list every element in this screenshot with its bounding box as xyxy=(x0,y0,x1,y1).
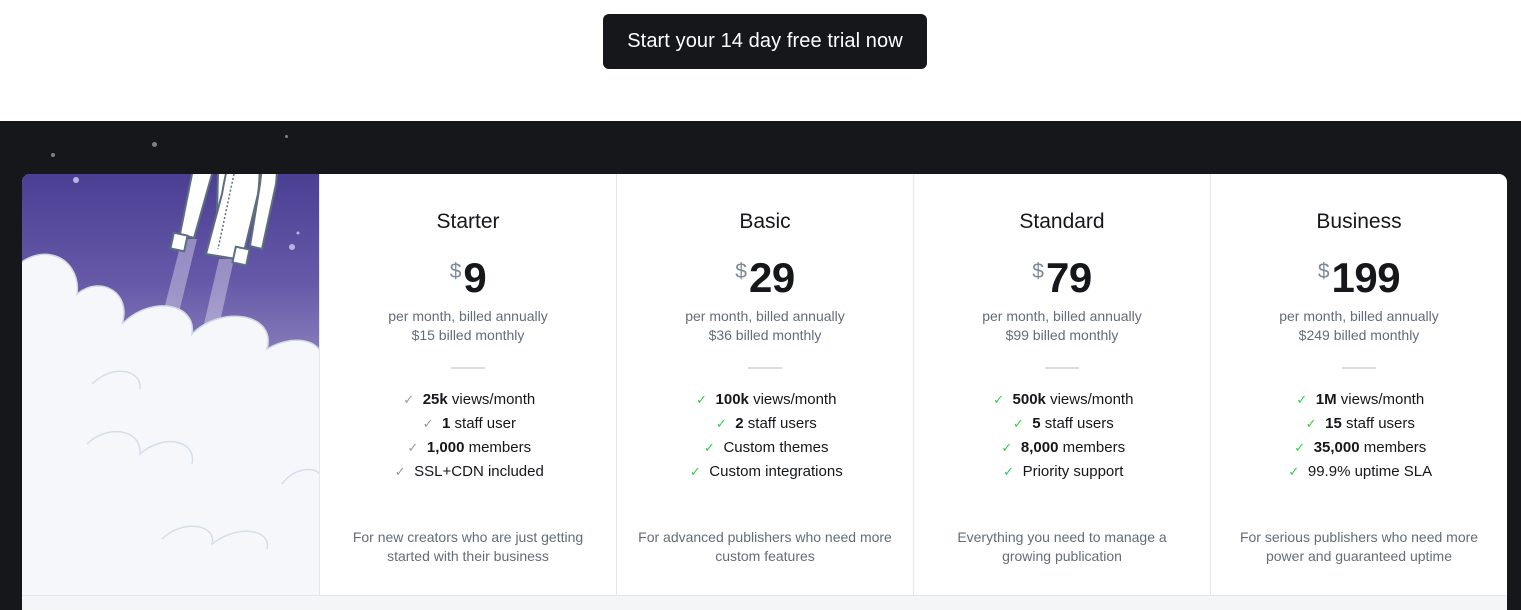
plan-description: For serious publishers who need more pow… xyxy=(1239,529,1479,564)
feature-item: ✓ 5 staff users xyxy=(914,412,1210,436)
billing-info: per month, billed annually $249 billed m… xyxy=(1211,307,1507,345)
billing-monthly: $249 billed monthly xyxy=(1298,327,1420,343)
plan-price: $ 29 xyxy=(617,254,913,302)
star-decoration xyxy=(152,142,157,147)
check-icon: ✓ xyxy=(1305,416,1317,431)
plan-starter: Starter $ 9 per month, billed annually $… xyxy=(319,174,616,595)
card-footer-band xyxy=(22,595,1507,610)
feature-item: ✓ 15 staff users xyxy=(1211,412,1507,436)
check-icon: ✓ xyxy=(696,392,707,407)
billing-monthly: $36 billed monthly xyxy=(708,327,822,343)
feature-item: ✓ SSL+CDN included xyxy=(320,460,616,484)
billing-annual: per month, billed annually xyxy=(1279,308,1439,324)
billing-monthly: $15 billed monthly xyxy=(411,327,525,343)
check-icon: ✓ xyxy=(1012,416,1024,431)
feature-item: ✓ 500k views/month xyxy=(914,388,1210,412)
feature-list: ✓ 25k views/month ✓ 1 staff user ✓ 1,000 me… xyxy=(320,388,616,484)
billing-annual: per month, billed annually xyxy=(982,308,1142,324)
price-amount: 79 xyxy=(1045,254,1092,301)
feature-item: ✓ 1 staff user xyxy=(320,412,616,436)
plan-description: For advanced publishers who need more cu… xyxy=(638,529,892,564)
currency-symbol: $ xyxy=(735,260,747,283)
check-icon: ✓ xyxy=(403,392,415,407)
divider xyxy=(1342,367,1376,369)
feature-item: ✓ 8,000 members xyxy=(914,436,1210,460)
feature-item: ✓ Custom themes xyxy=(617,436,913,460)
check-icon: ✓ xyxy=(704,440,715,455)
plan-name: Starter xyxy=(436,210,500,233)
billing-info: per month, billed annually $36 billed mo… xyxy=(617,307,913,345)
start-trial-button[interactable]: Start your 14 day free trial now xyxy=(603,14,927,69)
check-icon: ✓ xyxy=(1001,440,1013,455)
divider xyxy=(451,367,485,369)
billing-annual: per month, billed annually xyxy=(388,308,548,324)
plan-business: Business $ 199 per month, billed annuall… xyxy=(1210,174,1507,595)
feature-list: ✓ 100k views/month ✓ 2 staff users ✓ Custom… xyxy=(617,388,913,484)
feature-item: ✓ 35,000 members xyxy=(1211,436,1507,460)
plan-price: $ 199 xyxy=(1211,254,1507,302)
feature-list: ✓ 1M views/month ✓ 15 staff users ✓ 35,000 … xyxy=(1211,388,1507,484)
feature-item: ✓ 99.9% uptime SLA xyxy=(1211,460,1507,484)
price-amount: 29 xyxy=(748,254,795,301)
check-icon: ✓ xyxy=(1003,464,1015,479)
plan-price: $ 9 xyxy=(320,254,616,302)
feature-item: ✓ 1,000 members xyxy=(320,436,616,460)
check-icon: ✓ xyxy=(1288,464,1300,479)
feature-item: ✓ Priority support xyxy=(914,460,1210,484)
currency-symbol: $ xyxy=(1317,260,1330,283)
feature-list: ✓ 500k views/month ✓ 5 staff users ✓ 8,000 … xyxy=(914,388,1210,484)
feature-item: ✓ 1M views/month xyxy=(1211,388,1507,412)
pricing-card: Starter $ 9 per month, billed annually $… xyxy=(22,174,1507,610)
plan-description: Everything you need to manage a growing … xyxy=(957,529,1167,564)
feature-item: ✓ 25k views/month xyxy=(320,388,616,412)
feature-item: ✓ 2 staff users xyxy=(617,412,913,436)
currency-symbol: $ xyxy=(1032,260,1044,283)
check-icon: ✓ xyxy=(1296,392,1308,407)
plan-price: $ 79 xyxy=(914,254,1210,302)
plans-row: Starter $ 9 per month, billed annually $… xyxy=(319,174,1507,595)
top-section: Start your 14 day free trial now xyxy=(0,0,1521,121)
billing-monthly: $99 billed monthly xyxy=(1005,327,1119,343)
rocket-launch-icon xyxy=(22,174,319,610)
star-decoration xyxy=(51,153,55,157)
price-amount: 199 xyxy=(1331,254,1401,301)
rocket-illustration xyxy=(22,174,319,610)
check-icon: ✓ xyxy=(1294,440,1306,455)
plan-name: Standard xyxy=(1019,210,1105,233)
divider xyxy=(1045,367,1079,369)
feature-item: ✓ Custom integrations xyxy=(617,460,913,484)
billing-info: per month, billed annually $99 billed mo… xyxy=(914,307,1210,345)
price-amount: 9 xyxy=(463,254,487,301)
plan-basic: Basic $ 29 per month, billed annually $3… xyxy=(616,174,913,595)
check-icon: ✓ xyxy=(993,392,1004,407)
divider xyxy=(748,367,782,369)
plan-description: For new creators who are just getting st… xyxy=(352,529,584,564)
billing-annual: per month, billed annually xyxy=(685,308,845,324)
star-decoration xyxy=(285,135,288,138)
check-icon: ✓ xyxy=(689,464,701,479)
feature-item: ✓ 100k views/month xyxy=(617,388,913,412)
currency-symbol: $ xyxy=(449,260,462,283)
plan-standard: Standard $ 79 per month, billed annually… xyxy=(913,174,1210,595)
check-icon: ✓ xyxy=(394,464,406,479)
billing-info: per month, billed annually $15 billed mo… xyxy=(320,307,616,345)
check-icon: ✓ xyxy=(422,416,434,431)
plan-name: Basic xyxy=(739,210,791,233)
plan-name: Business xyxy=(1316,210,1402,233)
check-icon: ✓ xyxy=(715,416,727,431)
check-icon: ✓ xyxy=(407,440,419,455)
